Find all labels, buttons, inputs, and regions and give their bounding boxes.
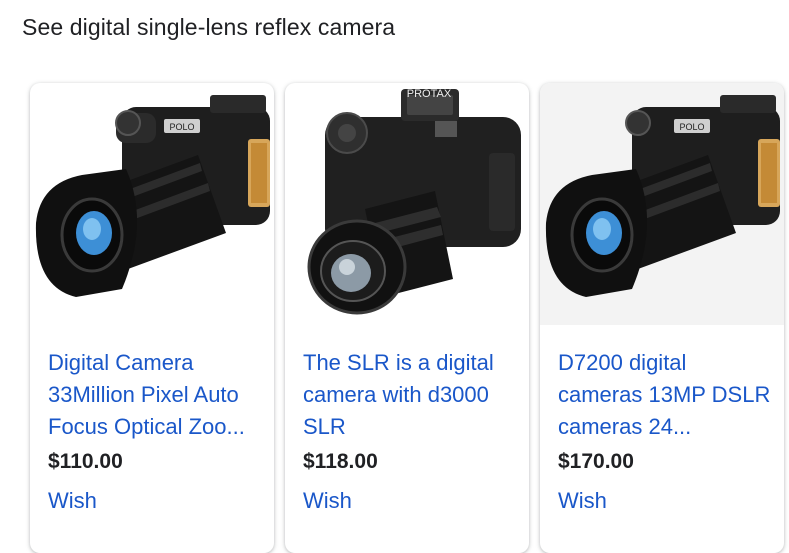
brand-label: PROTAX: [407, 88, 452, 100]
brand-label: POLO: [679, 122, 704, 132]
camera-lens-hood-icon[interactable]: POLO: [540, 83, 784, 325]
product-carousel: POLO Digital Camera 33Million Pixel Auto…: [30, 83, 784, 553]
camera-lens-hood-icon[interactable]: POLO: [30, 83, 274, 325]
product-card[interactable]: PROTAX The SLR is a digital camera with …: [285, 83, 529, 553]
brand-label: POLO: [169, 122, 194, 132]
product-title-link[interactable]: D7200 digital cameras 13MP DSLR cameras …: [558, 347, 774, 443]
wish-link[interactable]: Wish: [303, 488, 352, 514]
product-price: $110.00: [48, 450, 123, 473]
product-price: $170.00: [558, 450, 634, 473]
product-title-link[interactable]: Digital Camera 33Million Pixel Auto Focu…: [48, 347, 264, 443]
product-card[interactable]: POLO Digital Camera 33Million Pixel Auto…: [30, 83, 274, 553]
section-heading: See digital single-lens reflex camera: [22, 14, 396, 40]
product-price: $118.00: [303, 450, 378, 473]
product-card[interactable]: POLO D7200 digital cameras 13MP DSLR cam…: [540, 83, 784, 553]
camera-zoom-lens-icon[interactable]: PROTAX: [285, 83, 529, 325]
wish-link[interactable]: Wish: [48, 488, 97, 514]
product-title-link[interactable]: The SLR is a digital camera with d3000 S…: [303, 347, 519, 443]
wish-link[interactable]: Wish: [558, 488, 607, 514]
